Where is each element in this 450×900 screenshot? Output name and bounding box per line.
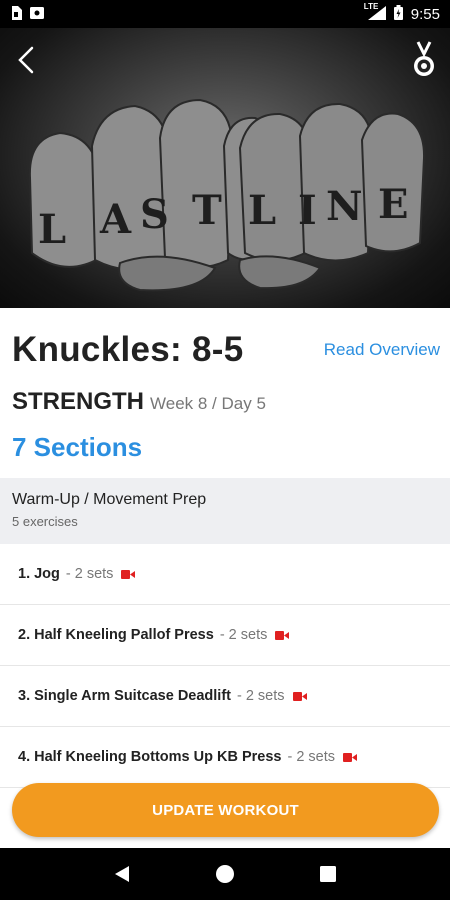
back-triangle-icon	[114, 866, 129, 882]
medal-button[interactable]	[408, 40, 440, 80]
sections-count: 7 Sections	[12, 432, 143, 462]
exercise-name: 3. Single Arm Suitcase Deadlift	[18, 688, 231, 704]
svg-text:S: S	[140, 191, 169, 238]
svg-text:L: L	[248, 187, 276, 234]
video-icon	[121, 569, 136, 579]
video-icon	[275, 630, 290, 640]
exercise-sets: 2 sets	[74, 566, 114, 582]
exercise-separator: -	[237, 688, 242, 704]
exercise-separator: -	[219, 627, 225, 643]
section-exercise-count: 5 exercises	[12, 514, 78, 529]
video-icon	[343, 752, 357, 762]
nav-recents-button[interactable]	[316, 862, 340, 886]
nav-home-button[interactable]	[213, 862, 237, 886]
back-button[interactable]	[10, 42, 46, 78]
status-bar: LTE 9:55	[0, 0, 450, 28]
signal-icon: LTE	[364, 2, 386, 23]
exercise-row[interactable]: 1. Jog - 2 sets	[0, 544, 450, 605]
section-header[interactable]: Warm-Up / Movement Prep 5 exercises	[0, 478, 450, 544]
recents-square-icon	[320, 866, 337, 882]
exercise-name: 4. Half Kneeling Bottoms Up KB Press	[18, 749, 282, 765]
exercise-sets: 2 sets	[296, 749, 335, 765]
svg-text:T: T	[192, 187, 222, 234]
workout-title: Knuckles: 8-5	[12, 330, 244, 369]
exercise-row[interactable]: 3. Single Arm Suitcase Deadlift - 2 sets	[0, 666, 450, 727]
exercise-sets: 2 sets	[245, 688, 285, 704]
svg-text:E: E	[378, 181, 409, 228]
exercise-list: 1. Jog - 2 sets 2. Half Kneeling Pallof …	[0, 544, 450, 788]
svg-text:A: A	[99, 196, 132, 243]
video-icon	[292, 691, 307, 701]
exercise-sets: 2 sets	[228, 627, 268, 643]
svg-text:I: I	[298, 187, 317, 234]
week-day-label: Week 8 / Day 5	[150, 394, 266, 413]
chevron-left-icon	[18, 46, 34, 74]
subtitle-row: STRENGTH Week 8 / Day 5	[12, 388, 266, 416]
nav-back-button[interactable]	[110, 862, 134, 886]
navigation-bar	[0, 848, 450, 900]
status-left	[10, 5, 44, 23]
section-name: Warm-Up / Movement Prep	[12, 491, 207, 508]
svg-text:N: N	[326, 183, 363, 230]
status-time: 9:55	[410, 5, 440, 23]
exercise-separator: -	[287, 749, 293, 765]
exercise-row[interactable]: 4. Half Kneeling Bottoms Up KB Press - 2…	[0, 727, 450, 788]
tattooed-fists-image: L A S T L I N E	[28, 98, 426, 292]
exercise-row[interactable]: 2. Half Kneeling Pallof Press - 2 sets	[0, 605, 450, 666]
exercise-separator: -	[65, 566, 71, 582]
network-label: LTE	[363, 1, 379, 11]
home-circle-icon	[215, 865, 234, 883]
svg-text:L: L	[38, 206, 66, 253]
exercise-name: 2. Half Kneeling Pallof Press	[18, 627, 214, 643]
title-row: Knuckles: 8-5 Read Overview	[12, 330, 440, 370]
sim-card-icon	[10, 5, 22, 23]
exercise-name: 1. Jog	[18, 566, 60, 582]
medal-icon	[414, 41, 434, 76]
hero-image: L A S T L I N E	[0, 28, 450, 308]
read-overview-link[interactable]: Read Overview	[324, 340, 440, 360]
workout-category: STRENGTH	[12, 388, 144, 415]
status-right: LTE 9:55	[364, 2, 440, 23]
battery-icon	[393, 5, 403, 23]
update-workout-button[interactable]: UPDATE WORKOUT	[12, 783, 439, 837]
storage-icon	[30, 6, 44, 22]
